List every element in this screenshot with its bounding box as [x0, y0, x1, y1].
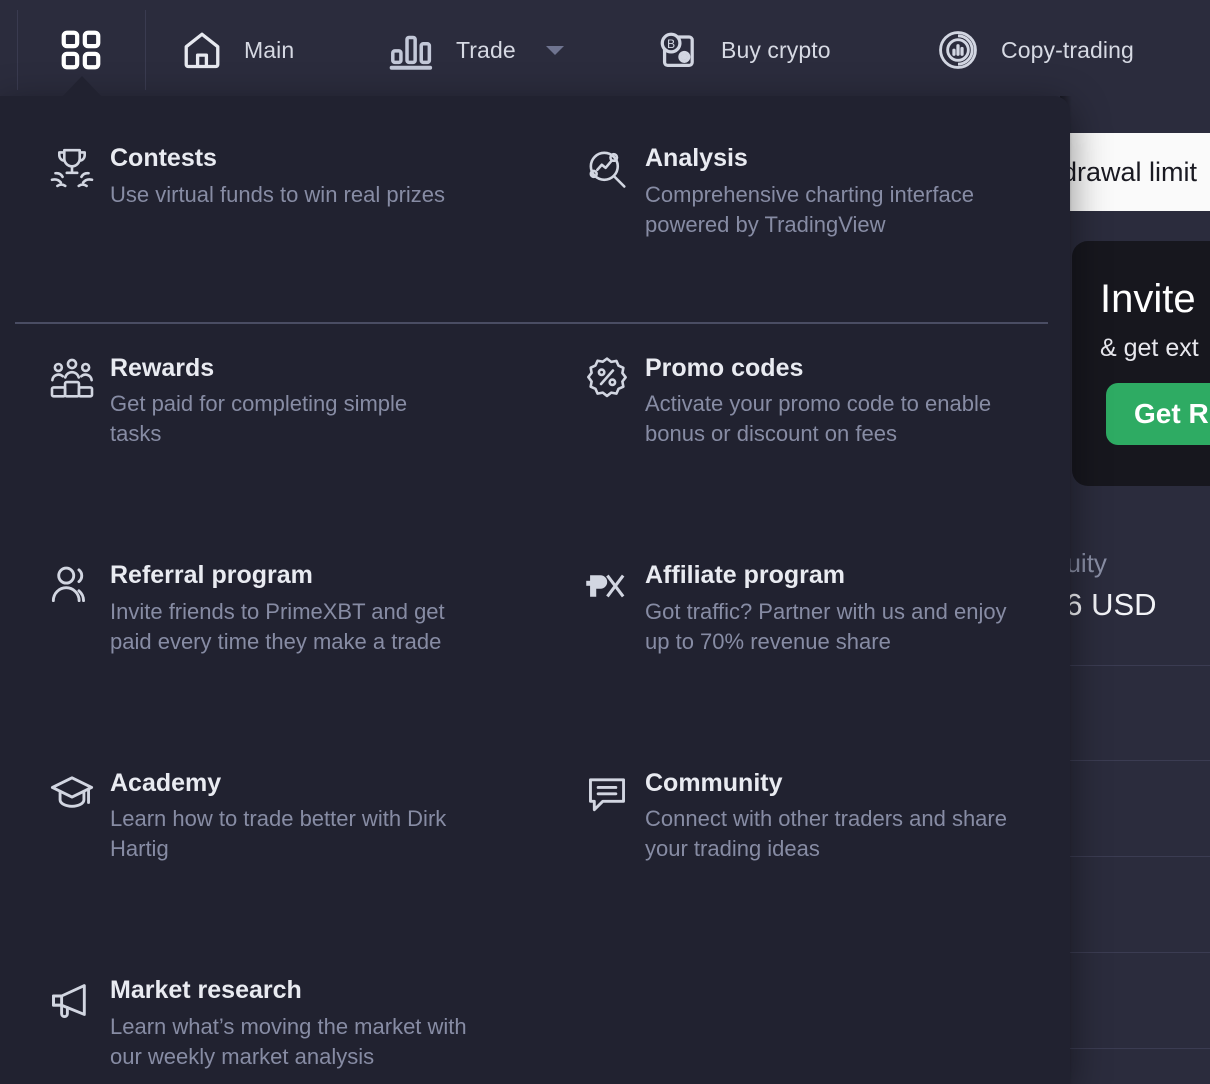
invite-promo-card: Invite & get ext Get R: [1072, 241, 1210, 486]
menu-item-title: Analysis: [645, 144, 1025, 173]
menu-item-text: Contests Use virtual funds to win real p…: [110, 144, 455, 240]
nav-item-copy-trading[interactable]: Copy-trading: [935, 0, 1134, 100]
nav-item-buy-crypto-label: Buy crypto: [721, 37, 831, 64]
invite-promo-title: Invite: [1100, 277, 1196, 322]
menu-item-referral-program[interactable]: Referral program Invite friends to Prime…: [0, 561, 535, 657]
nav-item-copy-trading-label: Copy-trading: [1001, 37, 1134, 64]
invite-promo-subtitle: & get ext: [1100, 334, 1199, 363]
table-row[interactable]: [1070, 1049, 1210, 1084]
table-row[interactable]: [1070, 953, 1210, 1049]
menu-item-title: Contests: [110, 144, 445, 173]
trophy-icon: [34, 144, 110, 240]
table-row[interactable]: [1070, 761, 1210, 857]
svg-text:B: B: [667, 37, 675, 51]
percent-badge-icon: [569, 354, 645, 450]
nav-item-buy-crypto[interactable]: B Buy crypto: [655, 0, 831, 100]
speech-bubble-icon: [569, 769, 645, 865]
apps-menu-row: Academy Learn how to trade better with D…: [0, 657, 1070, 865]
menu-item-text: Affiliate program Got traffic? Partner w…: [645, 561, 1035, 657]
menu-item-text: Academy Learn how to trade better with D…: [110, 769, 500, 865]
menu-item-analysis[interactable]: Analysis Comprehensive charting interfac…: [535, 144, 1070, 240]
withdrawal-limit-notice: drawal limit: [1070, 133, 1210, 211]
menu-item-promo-codes[interactable]: Promo codes Activate your promo code to …: [535, 354, 1070, 450]
bitcoin-wallet-icon: B: [655, 27, 701, 73]
apps-menu-row: Referral program Invite friends to Prime…: [0, 449, 1070, 657]
menu-item-description: Learn what’s moving the market with our …: [110, 1012, 490, 1072]
menu-cell-empty: [535, 976, 1070, 1072]
menu-item-text: Market research Learn what’s moving the …: [110, 976, 500, 1072]
menu-item-description: Activate your promo code to enable bonus…: [645, 389, 1025, 449]
table-row[interactable]: [1070, 665, 1210, 761]
menu-item-community[interactable]: Community Connect with other traders and…: [535, 769, 1070, 865]
menu-item-rewards[interactable]: Rewards Get paid for completing simple t…: [0, 354, 535, 450]
nav-item-trade-label: Trade: [456, 37, 516, 64]
dropdown-pointer-arrow: [62, 76, 102, 97]
apps-dropdown-panel: Contests Use virtual funds to win real p…: [0, 96, 1070, 1084]
equity-value: 56 USD: [1048, 587, 1210, 623]
top-navigation-bar: Main Trade: [0, 0, 1210, 100]
px-logo-icon: [569, 561, 645, 657]
nav-item-main[interactable]: Main: [180, 0, 294, 100]
bar-chart-icon: [388, 27, 436, 73]
withdrawal-limit-text: drawal limit: [1070, 157, 1197, 188]
menu-item-text: Rewards Get paid for completing simple t…: [110, 354, 450, 450]
menu-item-academy[interactable]: Academy Learn how to trade better with D…: [0, 769, 535, 865]
menu-item-title: Referral program: [110, 561, 490, 590]
menu-item-title: Rewards: [110, 354, 440, 383]
positions-table: [1070, 665, 1210, 1084]
table-row[interactable]: [1070, 857, 1210, 953]
apps-menu-row: Market research Learn what’s moving the …: [0, 864, 1070, 1072]
menu-item-text: Analysis Comprehensive charting interfac…: [645, 144, 1035, 240]
apps-menu-row: Contests Use virtual funds to win real p…: [0, 96, 1070, 240]
grid-apps-icon: [58, 27, 104, 73]
menu-item-description: Use virtual funds to win real prizes: [110, 180, 445, 210]
menu-item-title: Promo codes: [645, 354, 1025, 383]
menu-item-title: Community: [645, 769, 1025, 798]
nav-item-trade[interactable]: Trade: [388, 0, 564, 100]
home-icon: [180, 28, 224, 72]
two-users-icon: [34, 561, 110, 657]
menu-item-contests[interactable]: Contests Use virtual funds to win real p…: [0, 144, 535, 240]
menu-item-text: Promo codes Activate your promo code to …: [645, 354, 1035, 450]
chevron-down-icon[interactable]: [546, 46, 564, 55]
graduation-cap-icon: [34, 769, 110, 865]
menu-item-description: Get paid for completing simple tasks: [110, 389, 440, 449]
menu-item-description: Comprehensive charting interface powered…: [645, 180, 1025, 240]
nav-separator-right: [145, 10, 146, 90]
get-reward-button[interactable]: Get R: [1106, 383, 1210, 445]
menu-item-text: Referral program Invite friends to Prime…: [110, 561, 500, 657]
menu-item-title: Market research: [110, 976, 490, 1005]
menu-item-title: Affiliate program: [645, 561, 1025, 590]
menu-item-description: Invite friends to PrimeXBT and get paid …: [110, 597, 490, 657]
menu-item-description: Learn how to trade better with Dirk Hart…: [110, 804, 490, 864]
chart-magnifier-icon: [569, 144, 645, 240]
menu-item-title: Academy: [110, 769, 490, 798]
menu-item-affiliate-program[interactable]: Affiliate program Got traffic? Partner w…: [535, 561, 1070, 657]
equity-summary: quity 56 USD: [1060, 548, 1210, 623]
apps-menu-grid: Contests Use virtual funds to win real p…: [0, 96, 1070, 1072]
nav-item-main-label: Main: [244, 37, 294, 64]
apps-menu-row: Rewards Get paid for completing simple t…: [0, 240, 1070, 450]
menu-item-description: Connect with other traders and share you…: [645, 804, 1025, 864]
menu-item-description: Got traffic? Partner with us and enjoy u…: [645, 597, 1025, 657]
menu-item-text: Community Connect with other traders and…: [645, 769, 1035, 865]
menu-item-market-research[interactable]: Market research Learn what’s moving the …: [0, 976, 535, 1072]
equity-label: quity: [1052, 548, 1210, 579]
copy-trading-icon: [935, 27, 981, 73]
megaphone-icon: [34, 976, 110, 1072]
podium-people-icon: [34, 354, 110, 450]
